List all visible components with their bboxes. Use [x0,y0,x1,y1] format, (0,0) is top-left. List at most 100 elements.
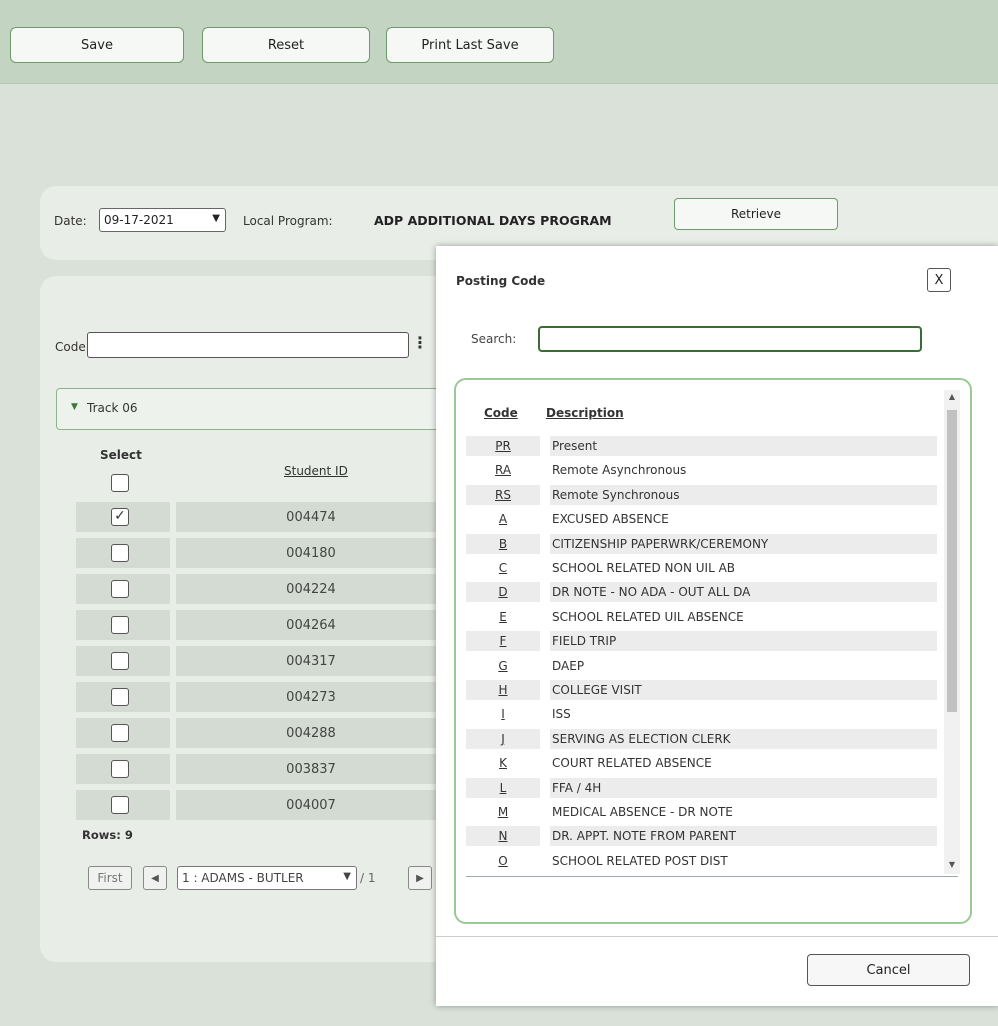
reset-button[interactable]: Reset [202,27,370,63]
code-row[interactable]: N DR. APPT. NOTE FROM PARENT [466,826,937,847]
checkmark-icon: ✓ [114,508,126,524]
local-program-value: ADP ADDITIONAL DAYS PROGRAM [374,213,612,228]
row-select-checkbox[interactable] [111,616,129,634]
next-page-button[interactable]: ▶ [408,866,432,890]
code-row[interactable]: F FIELD TRIP [466,631,937,652]
student-id-header[interactable]: Student ID [284,464,348,478]
code-row[interactable]: G DAEP [466,656,937,676]
code-link[interactable]: I [466,704,540,724]
select-all-checkbox[interactable] [111,474,129,492]
date-select[interactable]: 09-17-2021 ▼ [99,208,226,232]
row-select-checkbox[interactable] [111,544,129,562]
code-description: MEDICAL ABSENCE - DR NOTE [552,805,733,819]
code-description: SCHOOL RELATED UIL ABSENCE [552,609,744,624]
student-id-cell: 004224 [176,574,446,604]
code-link[interactable]: L [466,777,540,798]
code-row[interactable]: B CITIZENSHIP PAPERWRK/CEREMONY [466,533,937,554]
student-id-cell: 004264 [176,610,446,640]
description-column-header[interactable]: Description [546,406,624,420]
print-last-save-button[interactable]: Print Last Save [386,27,554,63]
row-select-checkbox[interactable] [111,724,129,742]
code-description: ISS [552,707,571,722]
row-select-checkbox[interactable] [111,688,129,706]
code-link[interactable]: K [466,753,540,773]
select-header: Select [100,448,142,462]
code-row[interactable]: M MEDICAL ABSENCE - DR NOTE [466,802,937,822]
list-divider [466,876,958,877]
code-link[interactable]: PR [466,436,540,456]
row-select-checkbox[interactable] [111,796,129,814]
code-link[interactable]: F [466,631,540,652]
prev-page-button[interactable]: ◀ [143,866,167,890]
code-label: Code: [55,340,90,354]
first-page-button[interactable]: First [88,866,132,890]
code-description: FIELD TRIP [550,631,937,652]
modal-title: Posting Code [456,274,546,288]
code-row[interactable]: PR Present [466,436,937,456]
row-select-checkbox[interactable]: ✓ [111,508,129,526]
page-select[interactable]: 1 : ADAMS - BUTLER ▼ [177,866,357,890]
row-select-checkbox[interactable] [111,652,129,670]
code-link[interactable]: A [466,509,540,529]
posting-code-list: Code Description PR Present RA Remote Async… [454,378,972,924]
code-link[interactable]: O [466,851,540,871]
student-id-cell: 004474 [176,502,446,532]
code-description: COLLEGE VISIT [550,680,937,700]
scroll-down-icon[interactable]: ▼ [944,860,960,869]
code-row[interactable]: O SCHOOL RELATED POST DIST [466,851,937,871]
student-id-cell: 004007 [176,790,446,820]
code-row[interactable]: D DR NOTE - NO ADA - OUT ALL DA [466,582,937,603]
vertical-ellipsis-icon[interactable]: ⋮ [412,333,428,352]
code-row[interactable]: K COURT RELATED ABSENCE [466,753,937,773]
student-id-cell: 004273 [176,682,446,712]
page-select-value: 1 : ADAMS - BUTLER [182,871,304,885]
toolbar: Save Reset Print Last Save [0,0,998,84]
code-link[interactable]: J [466,728,540,749]
code-row[interactable]: H COLLEGE VISIT [466,680,937,700]
code-row[interactable]: A EXCUSED ABSENCE [466,509,937,529]
code-row[interactable]: J SERVING AS ELECTION CLERK [466,728,937,749]
student-id-cell: 004180 [176,538,446,568]
chevron-down-icon: ▼ [343,871,351,882]
code-link[interactable]: N [466,826,540,847]
code-description: SCHOOL RELATED POST DIST [552,853,728,868]
code-description: DAEP [552,658,585,673]
code-description: CITIZENSHIP PAPERWRK/CEREMONY [550,533,937,554]
date-label: Date: [54,214,87,228]
code-column-header[interactable]: Code [484,406,518,420]
code-link[interactable]: M [466,802,540,822]
code-link[interactable]: G [466,656,540,676]
list-scrollbar[interactable]: ▲ ▼ [944,390,960,874]
search-input[interactable] [538,326,922,352]
code-input[interactable] [87,332,409,358]
code-row[interactable]: I ISS [466,704,937,724]
save-button[interactable]: Save [10,27,184,63]
code-description: COURT RELATED ABSENCE [552,756,712,771]
code-row[interactable]: L FFA / 4H [466,777,937,798]
code-link[interactable]: C [466,558,540,578]
code-row[interactable]: RS Remote Synchronous [466,484,937,505]
cancel-button[interactable]: Cancel [807,954,970,986]
scrollbar-thumb[interactable] [947,410,957,712]
date-value: 09-17-2021 [104,213,174,227]
scroll-up-icon[interactable]: ▲ [944,392,960,401]
code-description: Remote Synchronous [550,484,937,505]
code-description: Present [550,436,937,456]
code-description: SCHOOL RELATED NON UIL AB [552,561,736,575]
search-label: Search: [471,332,517,346]
code-link[interactable]: E [466,607,540,627]
code-row[interactable]: RA Remote Asynchronous [466,460,937,480]
code-link[interactable]: H [466,680,540,700]
row-select-checkbox[interactable] [111,580,129,598]
rows-count: Rows: 9 [82,828,133,842]
row-select-checkbox[interactable] [111,760,129,778]
close-button[interactable]: X [927,268,951,292]
code-link[interactable]: B [466,533,540,554]
code-link[interactable]: D [466,582,540,603]
code-row[interactable]: C SCHOOL RELATED NON UIL AB [466,558,937,578]
code-link[interactable]: RS [466,484,540,505]
code-row[interactable]: E SCHOOL RELATED UIL ABSENCE [466,607,937,627]
code-link[interactable]: RA [466,460,540,480]
retrieve-button[interactable]: Retrieve [674,198,838,230]
modal-footer-divider [436,936,998,937]
